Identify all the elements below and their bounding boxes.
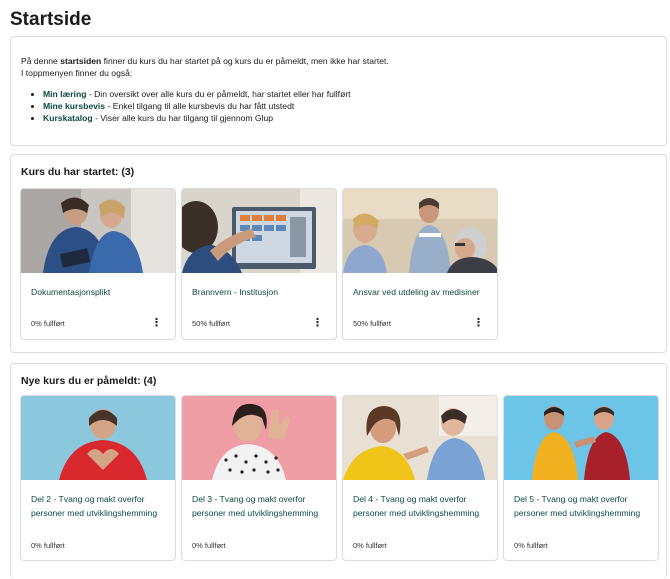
course-progress: 0% fullført bbox=[192, 541, 226, 550]
course-thumbnail bbox=[343, 189, 497, 273]
vertical-dots-icon[interactable]: ⋮ bbox=[151, 318, 162, 329]
started-courses-title: Kurs du har startet: (3) bbox=[21, 166, 135, 178]
list-item: Mine kursbevis - Enkel tilgang til alle … bbox=[43, 100, 666, 112]
course-progress: 0% fullført bbox=[31, 541, 65, 550]
course-progress: 50% fullført bbox=[353, 319, 391, 328]
course-thumbnail bbox=[21, 396, 175, 480]
kurskatalog-link[interactable]: Kurskatalog bbox=[43, 113, 93, 123]
page-title: Startside bbox=[10, 9, 92, 30]
vertical-dots-icon[interactable]: ⋮ bbox=[473, 318, 484, 329]
course-thumbnail bbox=[343, 396, 497, 480]
course-title[interactable]: Del 5 - Tvang og makt overfor personer m… bbox=[514, 492, 654, 520]
course-card-brannvern[interactable]: Brannvern - Institusjon 50% fullført ⋮ bbox=[181, 188, 337, 340]
top-menu-list: Min læring - Din oversikt over alle kurs… bbox=[21, 88, 666, 124]
startside-term: startsiden bbox=[60, 56, 102, 66]
intro-panel: På denne startsiden finner du kurs du ha… bbox=[10, 36, 667, 146]
course-card-del-2[interactable]: Del 2 - Tvang og makt overfor personer m… bbox=[20, 395, 176, 561]
course-card-del-3[interactable]: Del 3 - Tvang og makt overfor personer m… bbox=[181, 395, 337, 561]
enrolled-courses-title: Nye kurs du er påmeldt: (4) bbox=[21, 375, 157, 387]
course-card-dokumentasjonsplikt[interactable]: Dokumentasjonsplikt 0% fullført ⋮ bbox=[20, 188, 176, 340]
course-progress: 0% fullført bbox=[353, 541, 387, 550]
enrolled-courses-section: Nye kurs du er påmeldt: (4) Del 2 - Tvan… bbox=[10, 363, 667, 579]
course-title[interactable]: Brannvern - Institusjon bbox=[192, 285, 332, 299]
course-card-ansvar-medisiner[interactable]: Ansvar ved utdeling av medisiner 50% ful… bbox=[342, 188, 498, 340]
list-item: Kurskatalog - Viser alle kurs du har til… bbox=[43, 112, 666, 124]
course-progress: 0% fullført bbox=[31, 319, 65, 328]
course-card-del-5[interactable]: Del 5 - Tvang og makt overfor personer m… bbox=[503, 395, 659, 561]
course-thumbnail bbox=[504, 396, 658, 480]
intro-line-1: På denne startsiden finner du kurs du ha… bbox=[21, 56, 389, 66]
course-card-del-4[interactable]: Del 4 - Tvang og makt overfor personer m… bbox=[342, 395, 498, 561]
intro-line-2: I toppmenyen finner du også: bbox=[21, 68, 133, 78]
mine-kursbevis-link[interactable]: Mine kursbevis bbox=[43, 101, 105, 111]
min-laering-link[interactable]: Min læring bbox=[43, 89, 86, 99]
course-thumbnail bbox=[21, 189, 175, 273]
course-title[interactable]: Del 4 - Tvang og makt overfor personer m… bbox=[353, 492, 493, 520]
course-thumbnail bbox=[182, 396, 336, 480]
vertical-dots-icon[interactable]: ⋮ bbox=[312, 318, 323, 329]
list-item: Min læring - Din oversikt over alle kurs… bbox=[43, 88, 666, 100]
course-progress: 0% fullført bbox=[514, 541, 548, 550]
course-title[interactable]: Del 2 - Tvang og makt overfor personer m… bbox=[31, 492, 171, 520]
course-title[interactable]: Ansvar ved utdeling av medisiner bbox=[353, 285, 493, 299]
course-title[interactable]: Del 3 - Tvang og makt overfor personer m… bbox=[192, 492, 332, 520]
course-title[interactable]: Dokumentasjonsplikt bbox=[31, 285, 171, 299]
course-progress: 50% fullført bbox=[192, 319, 230, 328]
started-courses-section: Kurs du har startet: (3) Dokumentasjonsp… bbox=[10, 154, 667, 353]
course-thumbnail bbox=[182, 189, 336, 273]
